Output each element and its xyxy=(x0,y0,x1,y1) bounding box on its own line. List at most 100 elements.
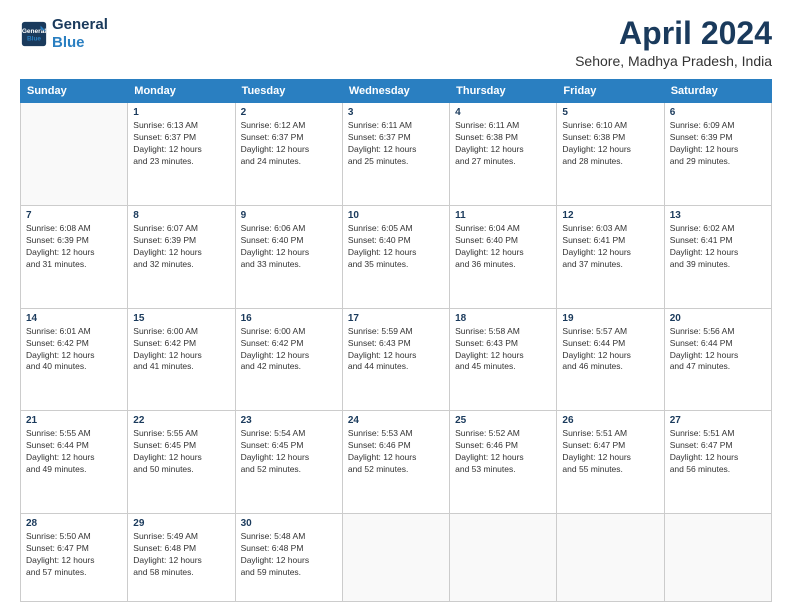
calendar-cell: 17 Sunrise: 5:59 AMSunset: 6:43 PMDayligh… xyxy=(342,308,449,411)
day-number: 1 xyxy=(133,107,229,118)
day-info: Sunrise: 6:11 AMSunset: 6:38 PMDaylight:… xyxy=(455,120,551,168)
day-number: 3 xyxy=(348,107,444,118)
calendar-cell: 15 Sunrise: 6:00 AMSunset: 6:42 PMDayligh… xyxy=(128,308,235,411)
calendar-cell xyxy=(557,514,664,602)
day-info: Sunrise: 5:53 AMSunset: 6:46 PMDaylight:… xyxy=(348,428,444,476)
day-number: 2 xyxy=(241,107,337,118)
day-number: 13 xyxy=(670,210,766,221)
day-info: Sunrise: 5:56 AMSunset: 6:44 PMDaylight:… xyxy=(670,326,766,374)
day-number: 9 xyxy=(241,210,337,221)
day-info: Sunrise: 6:02 AMSunset: 6:41 PMDaylight:… xyxy=(670,223,766,271)
day-number: 15 xyxy=(133,313,229,324)
calendar-cell: 3 Sunrise: 6:11 AMSunset: 6:37 PMDaylight… xyxy=(342,103,449,206)
day-info: Sunrise: 6:03 AMSunset: 6:41 PMDaylight:… xyxy=(562,223,658,271)
calendar-cell: 12Sunrise: 6:03 AMSunset: 6:41 PMDayligh… xyxy=(557,205,664,308)
day-number: 4 xyxy=(455,107,551,118)
day-info: Sunrise: 6:11 AMSunset: 6:37 PMDaylight:… xyxy=(348,120,444,168)
svg-text:Blue: Blue xyxy=(27,36,41,43)
calendar-cell: 6 Sunrise: 6:09 AMSunset: 6:39 PMDaylight… xyxy=(664,103,771,206)
day-info: Sunrise: 5:57 AMSunset: 6:44 PMDaylight:… xyxy=(562,326,658,374)
day-number: 27 xyxy=(670,415,766,426)
day-info: Sunrise: 6:01 AMSunset: 6:42 PMDaylight:… xyxy=(26,326,122,374)
calendar-day-header: Tuesday xyxy=(235,80,342,103)
calendar-cell: 25 Sunrise: 5:52 AMSunset: 6:46 PMDayligh… xyxy=(450,411,557,514)
calendar-day-header: Friday xyxy=(557,80,664,103)
day-number: 11 xyxy=(455,210,551,221)
calendar-cell: 21Sunrise: 5:55 AMSunset: 6:44 PMDayligh… xyxy=(21,411,128,514)
calendar-week-row: 1Sunrise: 6:13 AMSunset: 6:37 PMDaylight… xyxy=(21,103,772,206)
calendar-cell: 14 Sunrise: 6:01 AMSunset: 6:42 PMDayligh… xyxy=(21,308,128,411)
day-info: Sunrise: 6:00 AMSunset: 6:42 PMDaylight:… xyxy=(241,326,337,374)
calendar-week-row: 7 Sunrise: 6:08 AMSunset: 6:39 PMDaylight… xyxy=(21,205,772,308)
day-number: 14 xyxy=(26,313,122,324)
subtitle: Sehore, Madhya Pradesh, India xyxy=(575,53,772,69)
day-info: Sunrise: 6:08 AMSunset: 6:39 PMDaylight:… xyxy=(26,223,122,271)
day-info: Sunrise: 5:55 AMSunset: 6:44 PMDaylight:… xyxy=(26,428,122,476)
day-info: Sunrise: 6:12 AMSunset: 6:37 PMDaylight:… xyxy=(241,120,337,168)
day-info: Sunrise: 6:07 AMSunset: 6:39 PMDaylight:… xyxy=(133,223,229,271)
page: General Blue General Blue April 2024 Seh… xyxy=(0,0,792,612)
day-number: 30 xyxy=(241,518,337,529)
calendar-cell: 29Sunrise: 5:49 AMSunset: 6:48 PMDayligh… xyxy=(128,514,235,602)
title-block: April 2024 Sehore, Madhya Pradesh, India xyxy=(575,16,772,69)
day-info: Sunrise: 6:04 AMSunset: 6:40 PMDaylight:… xyxy=(455,223,551,271)
calendar-day-header: Thursday xyxy=(450,80,557,103)
calendar-cell: 27Sunrise: 5:51 AMSunset: 6:47 PMDayligh… xyxy=(664,411,771,514)
calendar-day-header: Saturday xyxy=(664,80,771,103)
day-info: Sunrise: 5:50 AMSunset: 6:47 PMDaylight:… xyxy=(26,531,122,579)
calendar-week-row: 14 Sunrise: 6:01 AMSunset: 6:42 PMDayligh… xyxy=(21,308,772,411)
day-number: 28 xyxy=(26,518,122,529)
calendar-cell: 13 Sunrise: 6:02 AMSunset: 6:41 PMDayligh… xyxy=(664,205,771,308)
day-number: 18 xyxy=(455,313,551,324)
calendar-cell: 19Sunrise: 5:57 AMSunset: 6:44 PMDayligh… xyxy=(557,308,664,411)
day-info: Sunrise: 5:58 AMSunset: 6:43 PMDaylight:… xyxy=(455,326,551,374)
day-info: Sunrise: 6:05 AMSunset: 6:40 PMDaylight:… xyxy=(348,223,444,271)
calendar-cell: 30 Sunrise: 5:48 AMSunset: 6:48 PMDayligh… xyxy=(235,514,342,602)
day-number: 16 xyxy=(241,313,337,324)
logo-icon: General Blue xyxy=(20,20,48,48)
day-number: 10 xyxy=(348,210,444,221)
day-info: Sunrise: 6:09 AMSunset: 6:39 PMDaylight:… xyxy=(670,120,766,168)
day-info: Sunrise: 5:55 AMSunset: 6:45 PMDaylight:… xyxy=(133,428,229,476)
calendar-cell: 7 Sunrise: 6:08 AMSunset: 6:39 PMDaylight… xyxy=(21,205,128,308)
calendar-cell xyxy=(21,103,128,206)
calendar-cell: 20Sunrise: 5:56 AMSunset: 6:44 PMDayligh… xyxy=(664,308,771,411)
calendar-cell: 9Sunrise: 6:06 AMSunset: 6:40 PMDaylight… xyxy=(235,205,342,308)
calendar-cell xyxy=(664,514,771,602)
calendar-header-row: SundayMondayTuesdayWednesdayThursdayFrid… xyxy=(21,80,772,103)
calendar-cell: 18 Sunrise: 5:58 AMSunset: 6:43 PMDayligh… xyxy=(450,308,557,411)
day-number: 8 xyxy=(133,210,229,221)
calendar-cell: 11 Sunrise: 6:04 AMSunset: 6:40 PMDayligh… xyxy=(450,205,557,308)
day-info: Sunrise: 5:48 AMSunset: 6:48 PMDaylight:… xyxy=(241,531,337,579)
header: General Blue General Blue April 2024 Seh… xyxy=(20,16,772,69)
day-number: 7 xyxy=(26,210,122,221)
day-info: Sunrise: 5:49 AMSunset: 6:48 PMDaylight:… xyxy=(133,531,229,579)
calendar-day-header: Wednesday xyxy=(342,80,449,103)
day-info: Sunrise: 6:10 AMSunset: 6:38 PMDaylight:… xyxy=(562,120,658,168)
day-info: Sunrise: 5:52 AMSunset: 6:46 PMDaylight:… xyxy=(455,428,551,476)
calendar-cell: 4 Sunrise: 6:11 AMSunset: 6:38 PMDaylight… xyxy=(450,103,557,206)
day-number: 6 xyxy=(670,107,766,118)
day-info: Sunrise: 6:00 AMSunset: 6:42 PMDaylight:… xyxy=(133,326,229,374)
day-number: 5 xyxy=(562,107,658,118)
calendar-cell: 16 Sunrise: 6:00 AMSunset: 6:42 PMDayligh… xyxy=(235,308,342,411)
calendar-week-row: 28 Sunrise: 5:50 AMSunset: 6:47 PMDayligh… xyxy=(21,514,772,602)
calendar-cell: 23Sunrise: 5:54 AMSunset: 6:45 PMDayligh… xyxy=(235,411,342,514)
calendar-cell: 24Sunrise: 5:53 AMSunset: 6:46 PMDayligh… xyxy=(342,411,449,514)
calendar-cell: 22 Sunrise: 5:55 AMSunset: 6:45 PMDayligh… xyxy=(128,411,235,514)
main-title: April 2024 xyxy=(575,16,772,51)
calendar-cell: 28 Sunrise: 5:50 AMSunset: 6:47 PMDayligh… xyxy=(21,514,128,602)
calendar-cell: 26Sunrise: 5:51 AMSunset: 6:47 PMDayligh… xyxy=(557,411,664,514)
calendar-week-row: 21Sunrise: 5:55 AMSunset: 6:44 PMDayligh… xyxy=(21,411,772,514)
day-number: 25 xyxy=(455,415,551,426)
logo: General Blue General Blue xyxy=(20,16,108,52)
day-info: Sunrise: 5:51 AMSunset: 6:47 PMDaylight:… xyxy=(562,428,658,476)
day-number: 17 xyxy=(348,313,444,324)
logo-text: General Blue xyxy=(52,16,108,52)
calendar-cell: 8 Sunrise: 6:07 AMSunset: 6:39 PMDaylight… xyxy=(128,205,235,308)
calendar-cell: 1Sunrise: 6:13 AMSunset: 6:37 PMDaylight… xyxy=(128,103,235,206)
calendar-day-header: Sunday xyxy=(21,80,128,103)
calendar-cell xyxy=(450,514,557,602)
day-number: 22 xyxy=(133,415,229,426)
day-info: Sunrise: 5:59 AMSunset: 6:43 PMDaylight:… xyxy=(348,326,444,374)
